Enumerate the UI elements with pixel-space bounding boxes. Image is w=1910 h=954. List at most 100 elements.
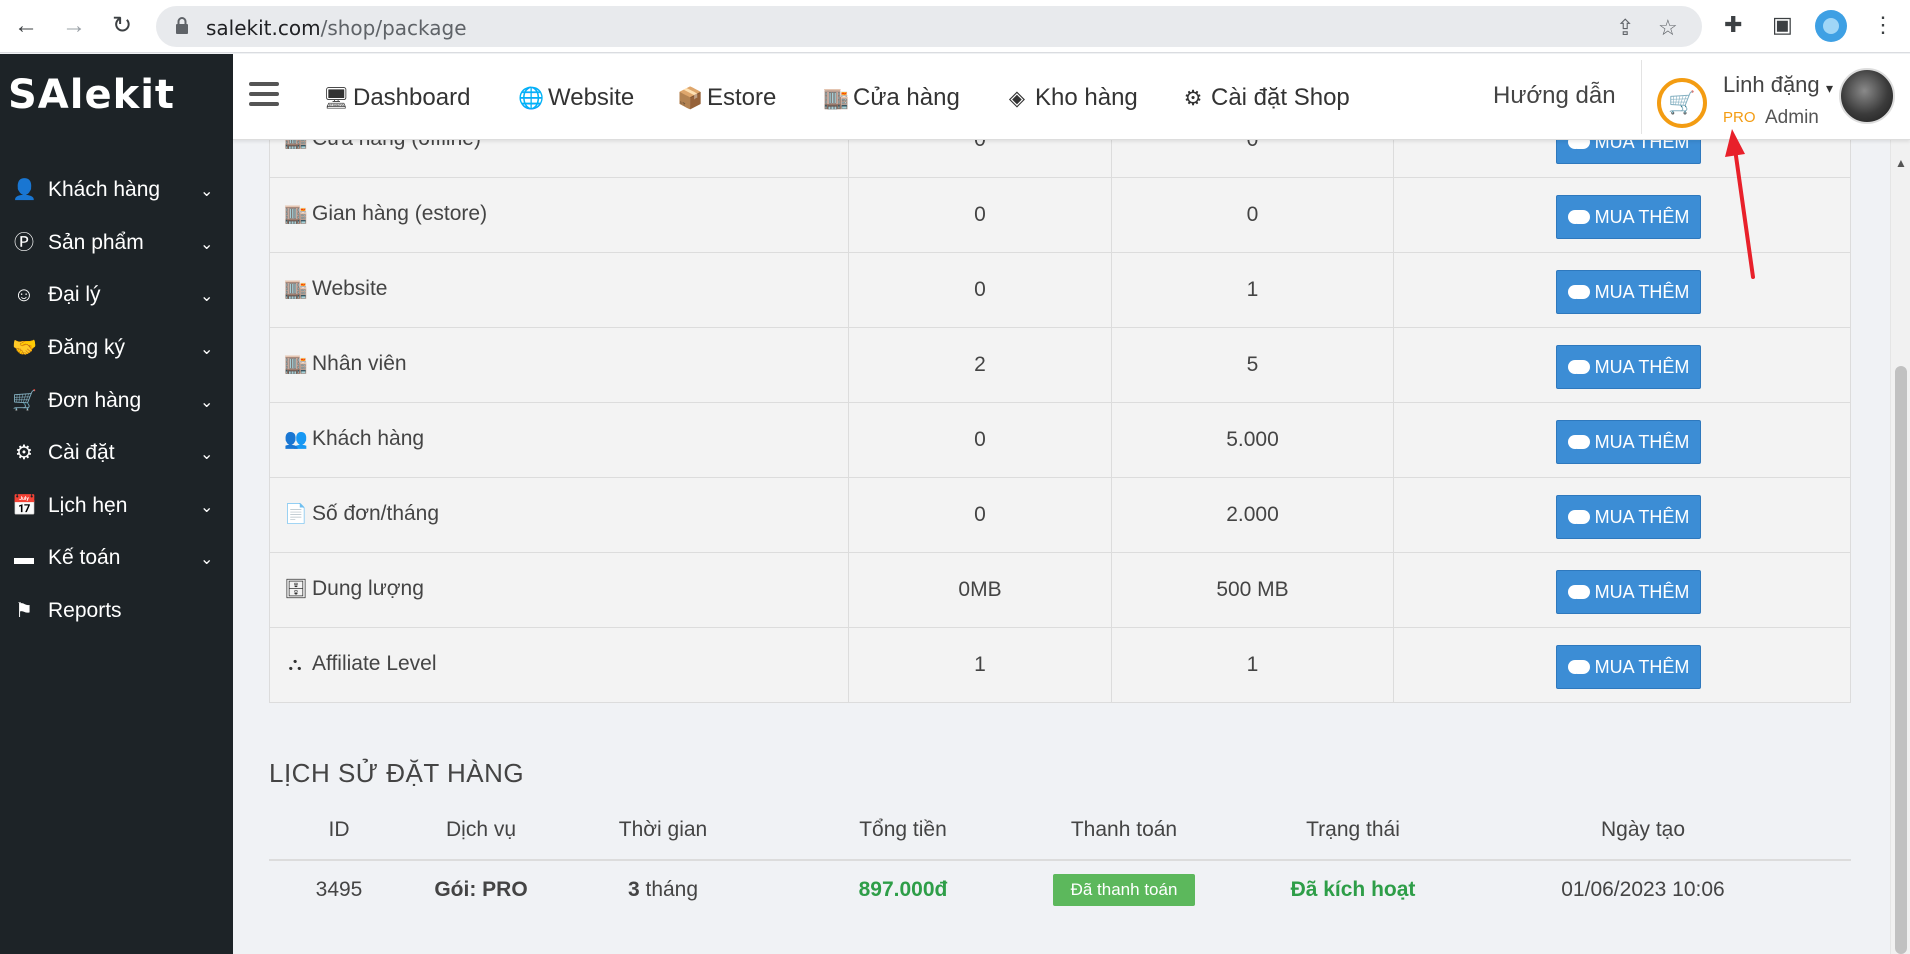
caret-down-icon[interactable]: ▾ bbox=[1826, 80, 1833, 97]
chevron-down-icon: ⌄ bbox=[200, 499, 214, 516]
side-panel-icon[interactable]: ▣ bbox=[1772, 12, 1793, 38]
nav-estore[interactable]: 📦 Estore bbox=[677, 84, 776, 112]
button-label: MUA THÊM bbox=[1594, 657, 1690, 677]
cloud-upload-icon bbox=[1567, 431, 1590, 473]
sidebar-item-ke-toan[interactable]: ▬ Kế toán ⌄ bbox=[0, 533, 233, 583]
sidebar-item-khach-hang[interactable]: 👤 Khách hàng ⌄ bbox=[0, 165, 233, 215]
reload-icon[interactable]: ↻ bbox=[108, 12, 136, 40]
browser-menu-icon[interactable]: ⋮ bbox=[1872, 12, 1894, 38]
cloud-upload-icon bbox=[1567, 356, 1590, 398]
store-icon: 🏬 bbox=[823, 87, 850, 110]
sidebar-item-label: Kế toán bbox=[48, 546, 121, 569]
scrollbar-thumb[interactable] bbox=[1895, 366, 1907, 954]
used-value: 1 bbox=[849, 628, 1112, 702]
logo[interactable]: SAlekit bbox=[8, 72, 175, 118]
monitor-icon: 🖥 bbox=[323, 87, 350, 110]
nav-cai-dat-shop[interactable]: ⚙ Cài đặt Shop bbox=[1181, 84, 1350, 112]
cloud-upload-icon bbox=[1567, 206, 1590, 248]
back-icon[interactable]: ← bbox=[12, 12, 40, 40]
nav-cua-hang[interactable]: 🏬 Cửa hàng bbox=[823, 84, 960, 112]
nav-label: Kho hàng bbox=[1035, 84, 1138, 111]
sidebar-item-lich-hen[interactable]: 📅 Lịch hẹn ⌄ bbox=[0, 481, 233, 531]
database-icon: 🗄 bbox=[284, 579, 309, 600]
guide-link[interactable]: Hướng dẫn bbox=[1493, 82, 1616, 110]
sidebar-item-dai-ly[interactable]: ☺ Đại lý ⌄ bbox=[0, 270, 233, 320]
chevron-down-icon: ⌄ bbox=[200, 551, 214, 568]
share-icon[interactable]: ⇪ bbox=[1616, 15, 1634, 41]
sidebar-item-dang-ky[interactable]: 🤝 Đăng ký ⌄ bbox=[0, 323, 233, 373]
handshake-icon: 🤝 bbox=[12, 337, 37, 359]
cloud-upload-icon bbox=[1567, 506, 1590, 548]
store-icon: 🏬 bbox=[284, 204, 308, 225]
buy-more-button[interactable]: MUA THÊM bbox=[1556, 140, 1701, 173]
buy-more-button[interactable]: MUA THÊM bbox=[1556, 195, 1701, 248]
used-value: 0 bbox=[849, 178, 1112, 252]
buy-more-button[interactable]: MUA THÊM bbox=[1556, 420, 1701, 473]
order-created: 01/06/2023 10:06 bbox=[1561, 878, 1725, 901]
scroll-up-icon[interactable]: ▲ bbox=[1895, 156, 1907, 170]
row-name: Gian hàng (estore) bbox=[312, 202, 488, 225]
user-role: Admin bbox=[1765, 107, 1819, 128]
app-header: 🖥 Dashboard 🌐 Website 📦 Estore 🏬 Cửa hàng ◈ K… bbox=[233, 54, 1910, 140]
gear-icon: ⚙ bbox=[1183, 87, 1203, 110]
row-name: Số đơn/tháng bbox=[312, 502, 440, 525]
button-label: MUA THÊM bbox=[1594, 282, 1690, 302]
cloud-upload-icon bbox=[1567, 281, 1590, 323]
table-row: 👥Khách hàng 0 5.000 MUA THÊM bbox=[269, 403, 1851, 478]
sidebar-item-label: Đại lý bbox=[48, 283, 101, 306]
row-name: Website bbox=[312, 277, 388, 300]
main-content: 🏬Cửa hàng (offline) 0 0 MUA THÊM 🏬Gian h… bbox=[233, 140, 1890, 954]
cart-icon[interactable]: 🛒 bbox=[1657, 78, 1707, 128]
calendar-icon: 📅 bbox=[12, 495, 37, 517]
table-row: 🏬Website 0 1 MUA THÊM bbox=[269, 253, 1851, 328]
sidebar-item-don-hang[interactable]: 🛒 Đơn hàng ⌄ bbox=[0, 376, 233, 426]
buy-more-button[interactable]: MUA THÊM bbox=[1556, 495, 1701, 548]
hamburger-menu-icon[interactable] bbox=[249, 82, 279, 106]
limit-value: 0 bbox=[1112, 178, 1394, 252]
order-service: Gói: PRO bbox=[434, 878, 528, 901]
buy-more-button[interactable]: MUA THÊM bbox=[1556, 570, 1701, 623]
scrollbar[interactable]: ▲ bbox=[1890, 140, 1910, 954]
chevron-down-icon: ⌄ bbox=[200, 183, 214, 200]
order-duration: 3 tháng bbox=[627, 878, 699, 901]
avatar[interactable] bbox=[1839, 68, 1895, 124]
order-total: 897.000đ bbox=[858, 878, 948, 901]
nav-dashboard[interactable]: 🖥 Dashboard bbox=[323, 84, 470, 112]
flag-icon: ⚑ bbox=[15, 600, 33, 622]
buy-more-button[interactable]: MUA THÊM bbox=[1556, 345, 1701, 398]
nav-label: Cài đặt Shop bbox=[1211, 84, 1350, 111]
table-row: 📄Số đơn/tháng 0 2.000 MUA THÊM bbox=[269, 478, 1851, 553]
gear-icon: ⚙ bbox=[15, 442, 33, 464]
extensions-icon[interactable]: ✚ bbox=[1724, 12, 1742, 38]
user-name[interactable]: Linh đặng bbox=[1723, 72, 1820, 98]
status-badge: Đã thanh toán bbox=[1053, 874, 1195, 906]
used-value: 0MB bbox=[849, 553, 1112, 627]
file-icon: 📄 bbox=[284, 504, 308, 525]
address-bar[interactable]: salekit.com/shop/package ⇪ ☆ bbox=[156, 6, 1702, 47]
agent-icon: ☺ bbox=[13, 284, 35, 306]
nav-kho-hang[interactable]: ◈ Kho hàng bbox=[1005, 84, 1138, 112]
profile-avatar[interactable] bbox=[1815, 10, 1847, 42]
buy-more-button[interactable]: MUA THÊM bbox=[1556, 645, 1701, 698]
bookmark-star-icon[interactable]: ☆ bbox=[1658, 15, 1678, 41]
sitemap-icon: ⛬ bbox=[288, 654, 302, 675]
buy-more-button[interactable]: MUA THÊM bbox=[1556, 270, 1701, 323]
sidebar-item-reports[interactable]: ⚑ Reports bbox=[0, 586, 233, 636]
chevron-down-icon: ⌄ bbox=[200, 446, 214, 463]
limit-value: 5 bbox=[1112, 328, 1394, 402]
product-icon: Ⓟ bbox=[14, 232, 34, 254]
column-header: Ngày tạo bbox=[1600, 818, 1686, 841]
divider bbox=[1641, 60, 1642, 134]
table-row: 🗄Dung lượng 0MB 500 MB MUA THÊM bbox=[269, 553, 1851, 628]
column-header: Trạng thái bbox=[1306, 818, 1400, 841]
used-value: 0 bbox=[849, 253, 1112, 327]
used-value: 0 bbox=[849, 140, 1112, 177]
store-icon: 🏬 bbox=[284, 140, 308, 151]
annotation-arrow bbox=[1725, 129, 1755, 279]
sidebar-item-label: Đăng ký bbox=[48, 336, 126, 359]
sidebar-item-san-pham[interactable]: Ⓟ Sản phẩm ⌄ bbox=[0, 218, 233, 268]
forward-icon[interactable]: → bbox=[60, 12, 88, 40]
sidebar-item-cai-dat[interactable]: ⚙ Cài đặt ⌄ bbox=[0, 428, 233, 478]
row-name: Khách hàng bbox=[312, 427, 425, 450]
nav-website[interactable]: 🌐 Website bbox=[518, 84, 634, 112]
